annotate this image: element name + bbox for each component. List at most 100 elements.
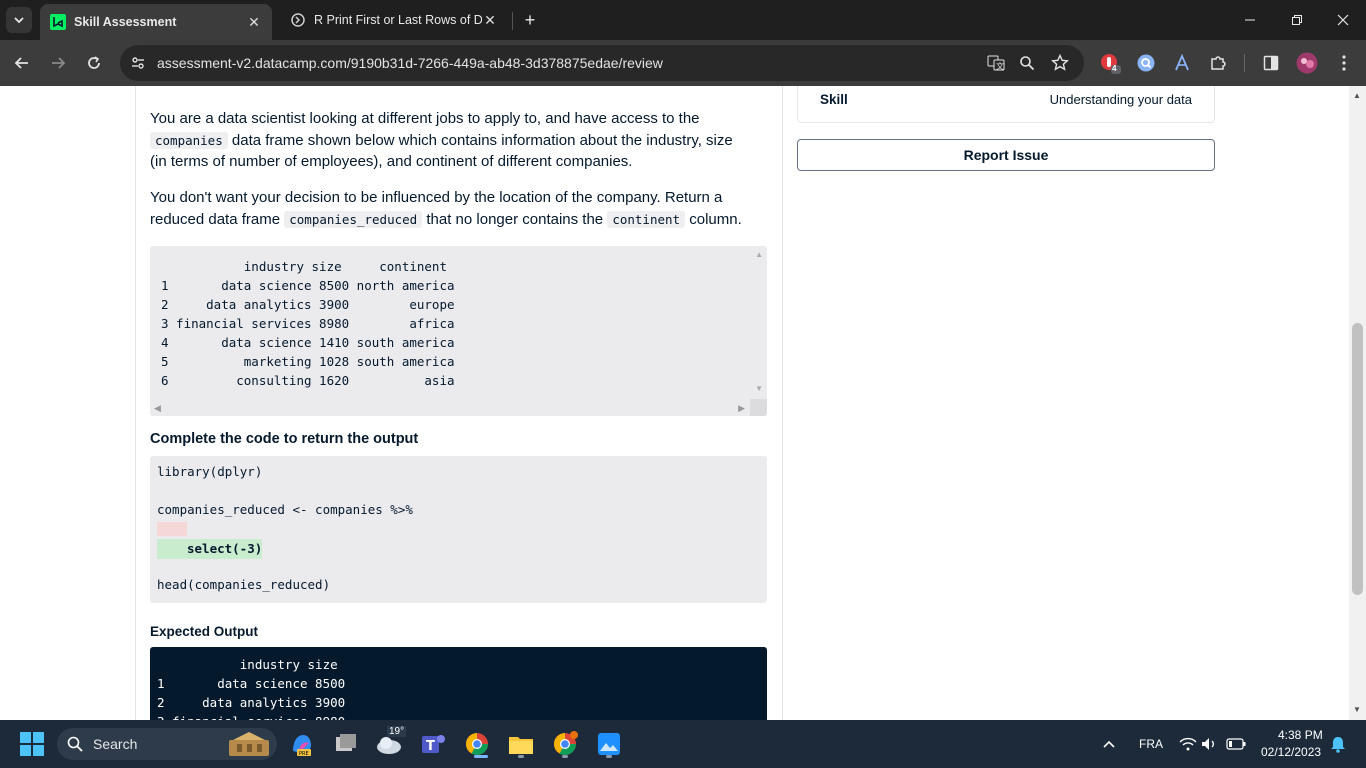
windows-logo-icon <box>20 732 44 756</box>
bookmark-star-icon[interactable] <box>1050 53 1070 73</box>
back-button[interactable] <box>10 51 34 75</box>
scroll-left-arrow-icon[interactable]: ◀ <box>154 403 161 414</box>
search-icon <box>67 736 83 752</box>
input-language[interactable]: FRA <box>1139 737 1163 751</box>
open-app-indicator <box>606 755 612 758</box>
zoom-icon[interactable] <box>1017 53 1037 73</box>
skill-label: Skill <box>820 92 848 107</box>
restore-icon <box>1292 15 1302 25</box>
close-tab-icon[interactable]: ✕ <box>246 14 262 30</box>
scroll-down-arrow-icon[interactable]: ▼ <box>755 384 763 393</box>
url-text: assessment-v2.datacamp.com/9190b31d-7266… <box>157 55 663 71</box>
tab-title: Skill Assessment <box>74 15 177 29</box>
data-frame-preview[interactable]: industry size continent 1 data science 8… <box>150 246 767 416</box>
profile-avatar[interactable] <box>1296 52 1318 74</box>
question-text: (in terms of number of employees), and c… <box>150 153 633 170</box>
extension-adblock-icon[interactable]: 4 <box>1099 52 1121 74</box>
close-window-button[interactable] <box>1331 8 1355 32</box>
code-editor: library(dplyr) companies_reduced <- comp… <box>150 456 767 603</box>
windows-taskbar: Search PRE 19° T FRA 4:38 PM 02/12/2023 <box>0 720 1366 768</box>
reload-icon <box>88 56 100 69</box>
question-paragraph-1: You are a data scientist looking at diff… <box>150 108 770 173</box>
taskbar-search[interactable]: Search <box>57 728 277 760</box>
new-tab-button[interactable]: + <box>518 8 542 32</box>
code-line: head(companies_reduced) <box>157 577 331 592</box>
wifi-icon[interactable] <box>1178 728 1198 760</box>
inline-code: companies_reduced <box>284 210 423 228</box>
weather-temperature: 19° <box>387 726 407 737</box>
teams-app-icon[interactable]: T <box>417 728 449 760</box>
toolbar-separator <box>1244 54 1245 72</box>
extension-search-icon[interactable] <box>1135 52 1157 74</box>
expected-output-console: industry size 1 data science 8500 2 data… <box>150 647 767 720</box>
question-text: data frame shown below which contains in… <box>231 131 733 149</box>
minimize-button[interactable] <box>1238 8 1262 32</box>
translate-icon[interactable]: 文 <box>986 53 1006 73</box>
chrome-app-icon[interactable] <box>549 728 581 760</box>
question-text: reduced data frame <box>150 210 281 228</box>
scrollbar-thumb[interactable] <box>1352 323 1363 595</box>
open-app-indicator <box>562 755 568 758</box>
reload-button[interactable] <box>82 51 106 75</box>
clock-date[interactable]: 02/12/2023 <box>1261 745 1321 759</box>
tab-r-print-rows[interactable]: R Print First or Last Rows of Da ✕ <box>280 4 508 36</box>
arrow-right-icon <box>52 57 66 69</box>
answer-code: select(-3) <box>187 541 263 556</box>
chevron-up-icon <box>1103 740 1115 748</box>
question-text: that no longer contains the <box>426 210 604 228</box>
scroll-right-arrow-icon[interactable]: ▶ <box>738 403 745 414</box>
page-scrollbar[interactable]: ▲ ▼ <box>1349 86 1366 720</box>
extensions-puzzle-icon[interactable] <box>1207 52 1229 74</box>
volume-icon[interactable] <box>1200 728 1220 760</box>
skill-card: Skill Understanding your data <box>797 86 1215 123</box>
search-highlight-image-icon <box>229 732 269 756</box>
tab-search-button[interactable] <box>6 7 32 33</box>
question-text: You don't want your decision to be influ… <box>150 189 723 206</box>
code-line: library(dplyr) <box>157 464 263 479</box>
restore-button[interactable] <box>1285 8 1309 32</box>
show-hidden-icons-button[interactable] <box>1095 728 1123 760</box>
extension-translator-icon[interactable] <box>1171 52 1193 74</box>
site-info-icon[interactable] <box>128 53 148 73</box>
scroll-corner <box>750 399 767 416</box>
start-button[interactable] <box>16 728 48 760</box>
report-issue-button[interactable]: Report Issue <box>797 139 1215 171</box>
inline-code: companies <box>150 131 228 149</box>
svg-text:T: T <box>426 739 435 754</box>
expected-output-text: industry size 1 data science 8500 2 data… <box>157 657 346 720</box>
forward-button[interactable] <box>46 51 70 75</box>
question-paragraph-2: You don't want your decision to be influ… <box>150 187 770 230</box>
search-label: Search <box>93 736 138 752</box>
svg-text:文: 文 <box>996 61 1004 71</box>
scroll-up-arrow-icon[interactable]: ▲ <box>755 250 763 259</box>
close-tab-icon[interactable]: ✕ <box>482 12 498 28</box>
active-app-indicator <box>474 755 488 758</box>
scroll-down-arrow-icon[interactable]: ▼ <box>1353 705 1361 714</box>
page-viewport: You are a data scientist looking at diff… <box>0 86 1366 720</box>
open-app-indicator <box>518 755 524 758</box>
tab-title: R Print First or Last Rows of Da <box>314 13 482 27</box>
tab-skill-assessment[interactable]: Skill Assessment ✕ <box>40 4 272 40</box>
weather-widget[interactable]: 19° <box>373 726 407 760</box>
extension-badge: 4 <box>1112 64 1117 73</box>
task-view-app-icon[interactable] <box>330 728 362 760</box>
arrow-left-icon <box>14 57 28 69</box>
close-icon <box>1337 14 1349 26</box>
browser-tab-strip: Skill Assessment ✕ R Print First or Last… <box>0 0 1366 40</box>
copilot-pre-app-icon[interactable]: PRE <box>286 728 318 760</box>
battery-icon[interactable] <box>1225 728 1247 760</box>
chrome-profile-app-icon[interactable] <box>461 728 493 760</box>
question-text: column. <box>689 210 742 228</box>
photos-app-icon[interactable] <box>593 728 625 760</box>
complete-code-heading: Complete the code to return the output <box>150 431 419 447</box>
code-line: companies_reduced <- companies %>% <box>157 502 413 517</box>
expected-output-heading: Expected Output <box>150 624 259 639</box>
scroll-up-arrow-icon[interactable]: ▲ <box>1353 91 1361 100</box>
clock-time[interactable]: 4:38 PM <box>1278 728 1323 742</box>
file-explorer-app-icon[interactable] <box>505 728 537 760</box>
side-panel-icon[interactable] <box>1260 52 1282 74</box>
notifications-bell-icon[interactable] <box>1328 728 1348 760</box>
browser-menu-icon[interactable] <box>1333 52 1355 74</box>
site-favicon-icon <box>291 13 305 27</box>
address-bar[interactable]: assessment-v2.datacamp.com/9190b31d-7266… <box>120 45 1084 81</box>
